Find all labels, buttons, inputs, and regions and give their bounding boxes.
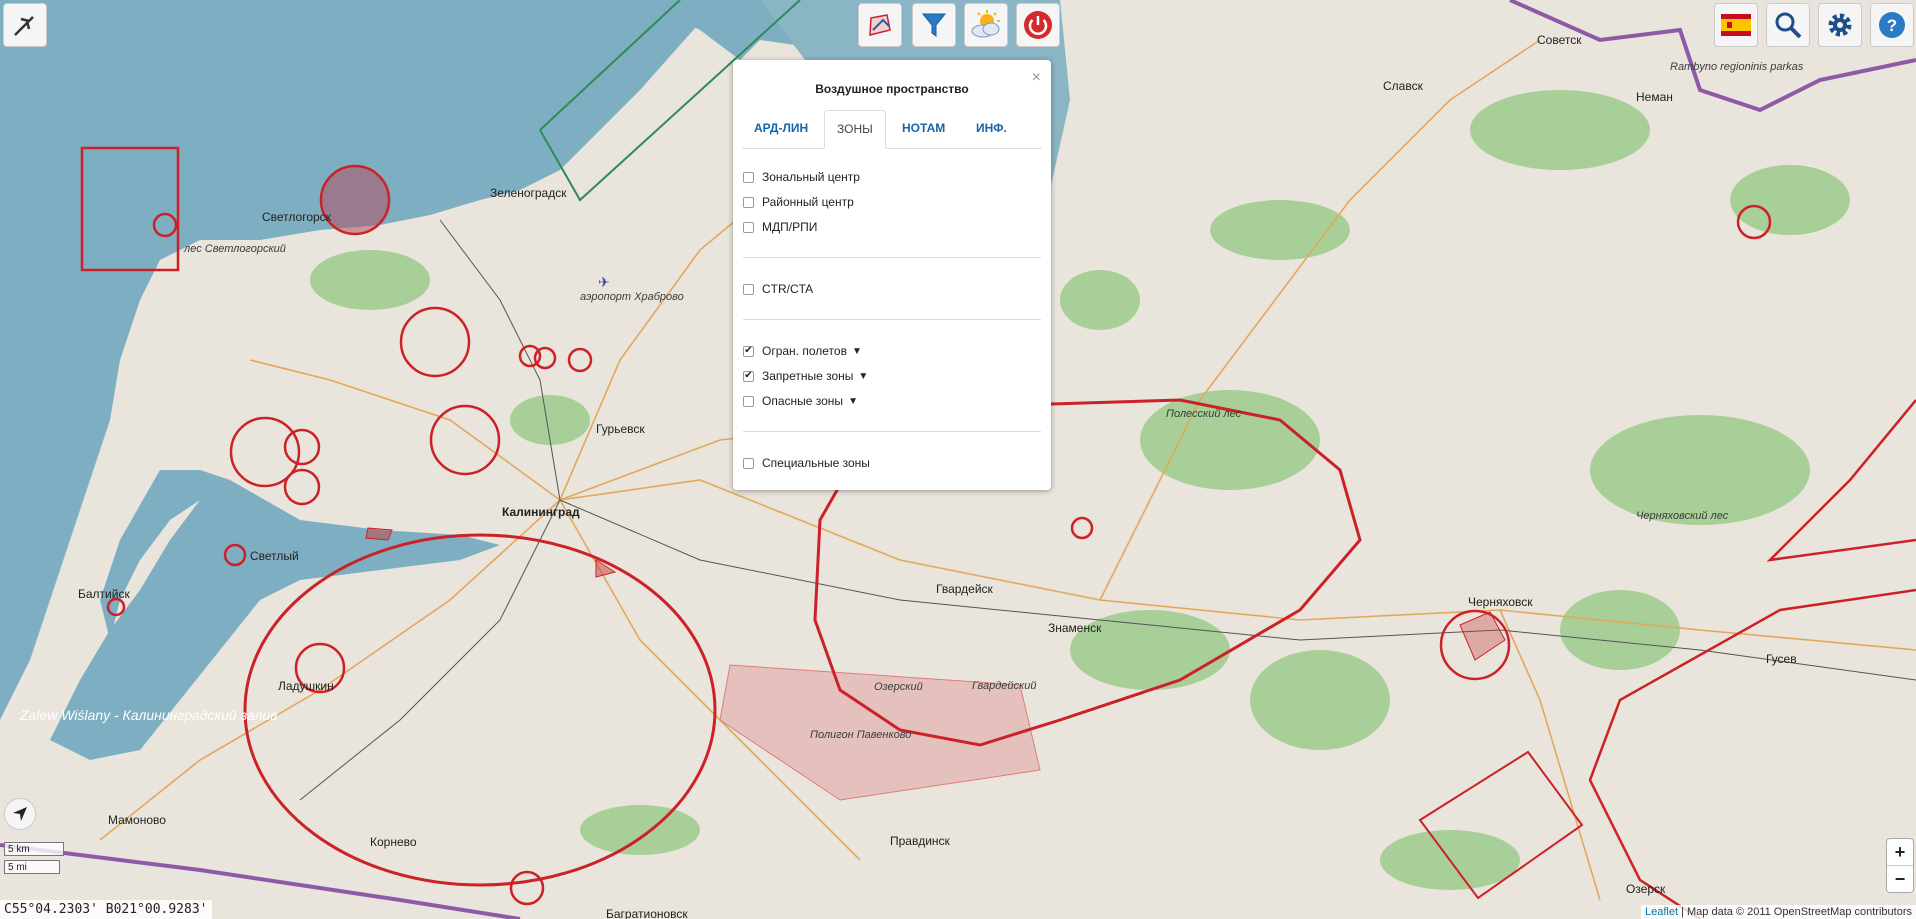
flag-icon [1721, 14, 1751, 36]
label-mamonovo: Мамоново [108, 813, 166, 827]
label-rambyno: Rambyno regioninis parkas [1670, 61, 1804, 73]
filter-icon[interactable]: ▼ [858, 371, 868, 382]
label-ozersky: Озерский [874, 681, 923, 693]
checkbox[interactable] [743, 196, 754, 208]
checkbox-checked[interactable]: ✔ [743, 345, 754, 357]
aircraft-icon [14, 16, 34, 36]
gear-icon [1828, 13, 1852, 37]
checkbox[interactable] [743, 283, 754, 295]
label-neman: Неман [1636, 90, 1673, 104]
option-flight-restrictions[interactable]: ✔ Огран. полетов ▼ [743, 342, 862, 360]
option-label: МДП/РПИ [762, 220, 818, 234]
help-icon: ? [1879, 12, 1905, 38]
airspace-icon [869, 14, 891, 36]
zoom-in-button[interactable]: + [1887, 839, 1913, 865]
divider [743, 257, 1041, 258]
option-label: Районный центр [762, 195, 854, 209]
label-korneve: Корнево [370, 835, 417, 849]
language-button[interactable] [1714, 3, 1758, 47]
close-icon[interactable]: × [1032, 70, 1041, 86]
weather-button[interactable] [964, 3, 1008, 47]
option-label: Специальные зоны [762, 456, 870, 470]
label-gvardeysk: Гвардейск [936, 582, 994, 596]
leaflet-link[interactable]: Leaflet [1645, 906, 1678, 918]
attribution-text: | Map data © 2011 OpenStreetMap contribu… [1678, 906, 1912, 918]
zoom-out-button[interactable]: − [1887, 865, 1913, 892]
svg-text:?: ? [1887, 16, 1897, 35]
checkbox[interactable] [743, 221, 754, 233]
option-district-center[interactable]: Районный центр [743, 193, 854, 211]
option-danger-zones[interactable]: Опасные зоны ▼ [743, 392, 858, 410]
checkbox[interactable] [743, 395, 754, 407]
label-kaliningrad: Калининград [502, 505, 580, 519]
power-button[interactable] [1016, 3, 1060, 47]
airspace-panel: Воздушное пространство × АРД-ЛИН ЗОНЫ НО… [733, 60, 1051, 490]
filter-icon[interactable]: ▼ [852, 346, 862, 357]
panel-title: Воздушное пространство [815, 82, 969, 96]
label-zelenogradsk: Зеленоградск [490, 186, 567, 200]
label-slavsk: Славск [1383, 79, 1424, 93]
label-ladushkin: Ладушкин [278, 679, 334, 693]
label-baltiysk: Балтийск [78, 587, 130, 601]
option-label: Запретные зоны [762, 369, 854, 383]
label-zalew: Zalew Wiślany - Калининградский залив [19, 707, 278, 723]
search-icon [1775, 12, 1802, 39]
label-ozersk: Озерск [1626, 882, 1666, 896]
coordinates-readout: C55°04.2303' B021°00.9283' [0, 900, 212, 919]
label-airport: аэропорт Храброво [580, 291, 684, 303]
panel-tabs: АРД-ЛИН ЗОНЫ НОТАМ ИНФ. [742, 110, 1042, 149]
option-prohibited-zones[interactable]: ✔ Запретные зоны ▼ [743, 367, 868, 385]
tab-ard-lin[interactable]: АРД-ЛИН [742, 110, 820, 147]
locate-button[interactable] [4, 798, 36, 830]
weather-icon [971, 10, 1000, 38]
checkbox[interactable] [743, 171, 754, 183]
filter-button[interactable] [912, 3, 956, 47]
scale-mi: 5 mi [4, 860, 60, 874]
settings-button[interactable] [1818, 3, 1862, 47]
option-zonal-center[interactable]: Зональный центр [743, 168, 860, 186]
option-label: Зональный центр [762, 170, 860, 184]
filter-icon[interactable]: ▼ [848, 396, 858, 407]
divider [743, 319, 1041, 320]
label-gusev: Гусев [1766, 652, 1797, 666]
option-label: Опасные зоны [762, 394, 844, 408]
location-arrow-icon [13, 807, 27, 821]
power-icon [1024, 11, 1052, 39]
label-svetlogorsk: Светлогорск [262, 210, 332, 224]
label-sovetsk: Советск [1537, 33, 1582, 47]
airport-icon: ✈ [598, 274, 610, 290]
aircraft-button[interactable] [3, 3, 47, 47]
label-polessky-les: Полесский лес [1166, 408, 1242, 420]
option-label: CTR/CTA [762, 282, 814, 296]
label-bagrationovsk: Багратионовск [606, 907, 688, 919]
label-les-svetlogorsky: лес Светлогорский [183, 243, 286, 255]
attribution: Leaflet | Map data © 2011 OpenStreetMap … [1641, 905, 1916, 919]
divider [743, 431, 1041, 432]
help-button[interactable]: ? [1870, 3, 1914, 47]
option-mdp-rpi[interactable]: МДП/РПИ [743, 218, 817, 236]
label-guryevsk: Гурьевск [596, 422, 645, 436]
tab-notam[interactable]: НОТАМ [890, 110, 957, 147]
scale-km: 5 km [4, 842, 64, 856]
option-label: Огран. полетов [762, 344, 847, 358]
label-poligon: Полигон Павенково [810, 729, 911, 741]
filter-icon [921, 13, 947, 37]
label-pravdinsk: Правдинск [890, 834, 951, 848]
option-ctr-cta[interactable]: CTR/CTA [743, 280, 813, 298]
checkbox[interactable] [743, 457, 754, 469]
label-gvardeysky: Гвардейский [972, 680, 1036, 692]
zoom-control: + − [1886, 838, 1914, 893]
checkbox-checked[interactable]: ✔ [743, 370, 754, 382]
label-svetly: Светлый [250, 549, 299, 563]
airspace-button[interactable] [858, 3, 902, 47]
label-znamensk: Знаменск [1048, 621, 1102, 635]
search-button[interactable] [1766, 3, 1810, 47]
tab-zones[interactable]: ЗОНЫ [824, 110, 886, 149]
tab-info[interactable]: ИНФ. [964, 110, 1019, 147]
label-chernyakhovsk: Черняховск [1468, 595, 1533, 609]
option-special-zones[interactable]: Специальные зоны [743, 454, 870, 472]
label-chernyakhovsky-les: Черняховский лес [1636, 510, 1729, 522]
